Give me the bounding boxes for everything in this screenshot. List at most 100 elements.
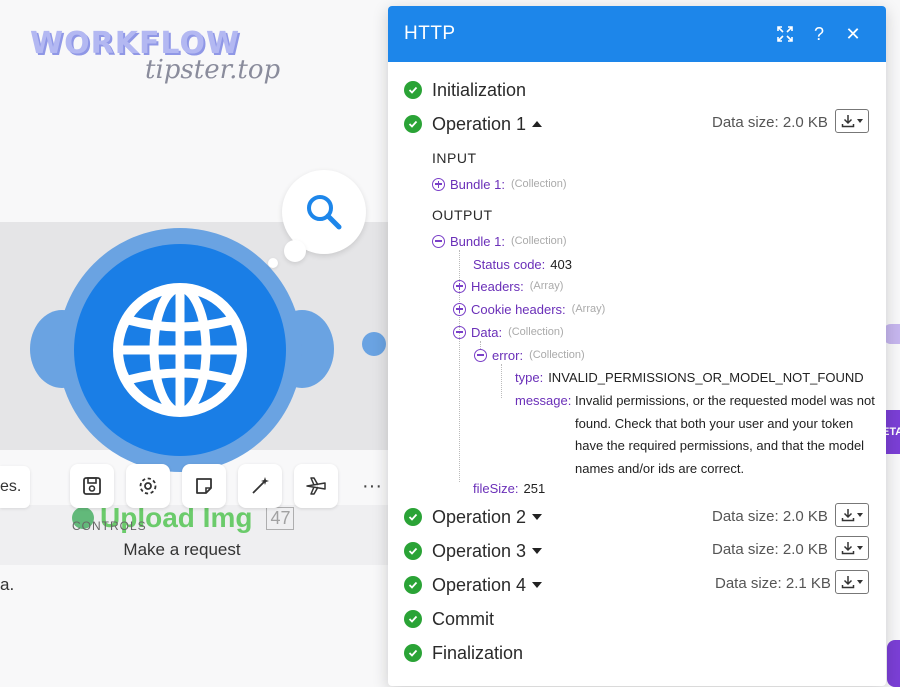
right-action-button[interactable] xyxy=(887,640,900,687)
tree-key: Headers: xyxy=(471,278,524,294)
message-key-row: message: xyxy=(515,390,571,410)
partial-bottom-text: a. xyxy=(0,575,15,594)
check-icon xyxy=(404,542,422,560)
caret-down-icon xyxy=(532,582,543,588)
panel-header: HTTP ? ✕ xyxy=(388,6,886,62)
tree-type: (Collection) xyxy=(529,349,585,361)
check-icon xyxy=(404,81,422,99)
tree-guide-line xyxy=(501,364,502,398)
chevron-down-icon xyxy=(857,513,863,517)
more-icon: ··· xyxy=(362,474,382,497)
download-button-op4[interactable] xyxy=(835,570,869,594)
airplane-icon xyxy=(306,477,326,495)
tree-value: 251 xyxy=(523,480,546,496)
expand-button[interactable] xyxy=(768,17,802,51)
cookie-headers-row[interactable]: Cookie headers: (Array) xyxy=(453,299,605,319)
data-size-op3: Data size: 2.0 KB xyxy=(712,541,828,558)
collapse-minus-icon[interactable] xyxy=(432,234,445,248)
download-icon xyxy=(841,542,855,555)
expand-plus-icon[interactable] xyxy=(432,177,445,191)
bubble-tail-large xyxy=(284,240,306,262)
tree-type: (Array) xyxy=(529,280,564,292)
expand-plus-icon[interactable] xyxy=(453,279,466,293)
close-button[interactable]: ✕ xyxy=(836,17,870,51)
download-button-op2[interactable] xyxy=(835,503,869,527)
save-icon xyxy=(83,477,101,495)
search-icon xyxy=(307,195,342,230)
tree-key: Cookie headers: xyxy=(471,301,566,317)
note-icon xyxy=(196,478,212,494)
tree-key: fileSize: xyxy=(473,480,519,496)
help-icon: ? xyxy=(813,23,824,44)
step-operation-2[interactable]: Operation 2 xyxy=(404,503,543,531)
partial-left-text: es. xyxy=(0,478,22,495)
http-inspector-panel: HTTP ? ✕ Initialization Operation 1 Data… xyxy=(388,6,886,686)
data-size-op1: Data size: 2.0 KB xyxy=(712,114,828,131)
step-operation-4[interactable]: Operation 4 xyxy=(404,571,543,599)
check-icon xyxy=(404,115,422,133)
note-button[interactable] xyxy=(182,464,226,508)
tree-key: Status code: xyxy=(473,256,546,272)
tree-key: message: xyxy=(515,392,572,408)
step-label: Initialization xyxy=(432,79,527,100)
input-bundle-row[interactable]: Bundle 1: (Collection) xyxy=(432,174,567,194)
caret-up-icon xyxy=(532,121,543,127)
step-initialization: Initialization xyxy=(404,76,526,104)
upload-count: 47 xyxy=(266,506,295,530)
route-dot[interactable] xyxy=(362,332,386,356)
check-icon xyxy=(404,508,422,526)
help-button[interactable]: ? xyxy=(802,17,836,51)
check-icon xyxy=(404,610,422,628)
output-section-label: OUTPUT xyxy=(432,207,493,223)
module-toolbar: ··· xyxy=(70,464,394,508)
module-name-label: Make a request xyxy=(123,540,241,559)
flow-control-button[interactable] xyxy=(294,464,338,508)
close-icon: ✕ xyxy=(845,23,861,44)
magic-button[interactable] xyxy=(238,464,282,508)
bubble-tail-small xyxy=(268,258,278,268)
step-label: Operation 2 xyxy=(432,506,527,527)
data-size-op2: Data size: 2.0 KB xyxy=(712,508,828,525)
step-label: Operation 1 xyxy=(432,113,527,134)
tree-key: error: xyxy=(492,347,524,363)
tree-value: 403 xyxy=(550,256,572,272)
filesize-row: fileSize: 251 xyxy=(473,478,545,498)
globe-icon xyxy=(113,283,247,417)
step-label: Operation 4 xyxy=(432,574,527,595)
download-button-op1[interactable] xyxy=(835,109,869,133)
download-icon xyxy=(841,509,855,522)
caret-down-icon xyxy=(532,514,543,520)
expand-plus-icon[interactable] xyxy=(453,302,466,316)
headers-row[interactable]: Headers: (Array) xyxy=(453,276,563,296)
chevron-down-icon xyxy=(857,546,863,550)
collapse-minus-icon[interactable] xyxy=(453,325,466,339)
settings-button[interactable] xyxy=(126,464,170,508)
tree-type: (Array) xyxy=(571,303,606,315)
output-bundle-row[interactable]: Bundle 1: (Collection) xyxy=(432,231,567,251)
controls-label: CONTROLS xyxy=(72,519,147,533)
watermark-line2: tipster.top xyxy=(145,55,281,85)
error-row[interactable]: error: (Collection) xyxy=(474,345,585,365)
check-icon xyxy=(404,644,422,662)
status-code-row: Status code: 403 xyxy=(473,254,572,274)
tree-type: (Collection) xyxy=(510,235,567,247)
chevron-down-icon xyxy=(857,580,863,584)
step-finalization: Finalization xyxy=(404,639,523,667)
magic-wand-icon xyxy=(252,477,269,494)
collapse-minus-icon[interactable] xyxy=(474,348,487,362)
caret-down-icon xyxy=(532,548,543,554)
partial-left-card[interactable]: es. xyxy=(0,466,30,508)
expand-icon xyxy=(777,26,793,42)
download-button-op3[interactable] xyxy=(835,536,869,560)
data-row[interactable]: Data: (Collection) xyxy=(453,322,564,342)
tree-key: type: xyxy=(515,369,544,385)
step-commit: Commit xyxy=(404,605,494,633)
watermark-logo: WORKFLOW tipster.top xyxy=(30,26,280,85)
step-label: Operation 3 xyxy=(432,540,527,561)
step-operation-1[interactable]: Operation 1 xyxy=(404,110,543,138)
tree-key: Bundle 1: xyxy=(450,176,505,192)
step-operation-3[interactable]: Operation 3 xyxy=(404,537,543,565)
panel-title: HTTP xyxy=(404,23,456,44)
type-row: type: INVALID_PERMISSIONS_OR_MODEL_NOT_F… xyxy=(515,367,864,387)
save-button[interactable] xyxy=(70,464,114,508)
